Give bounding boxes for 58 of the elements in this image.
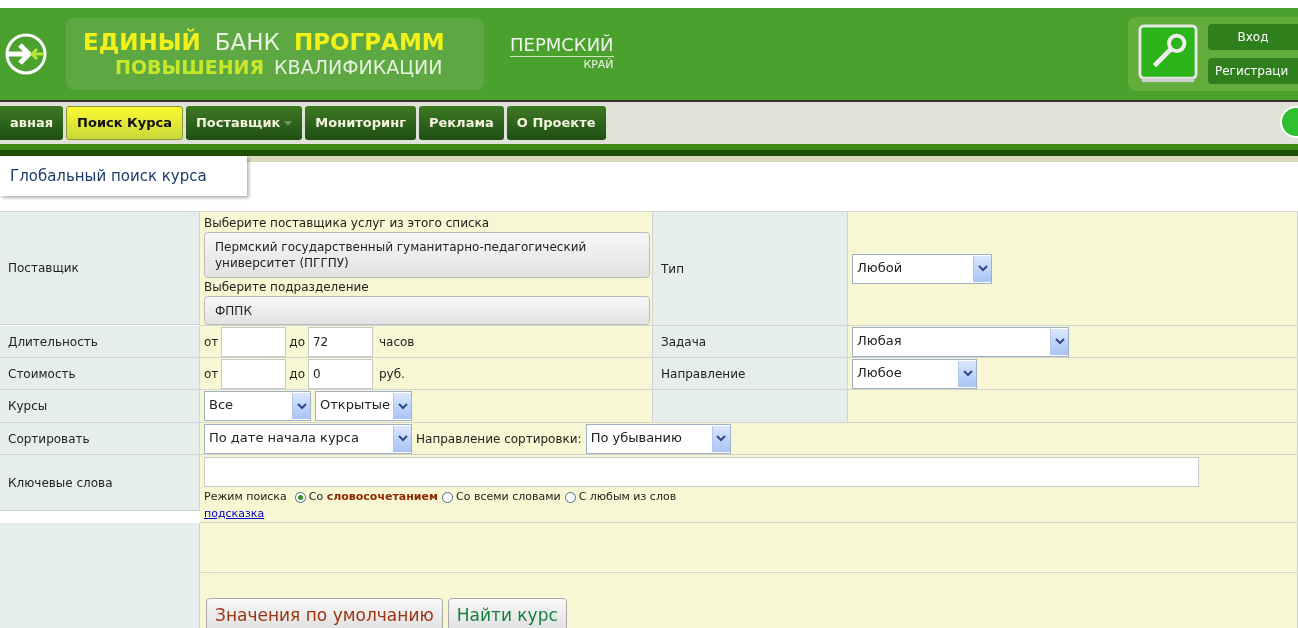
logo-word: КВАЛИФИКАЦИИ — [274, 55, 443, 79]
range-label: от — [204, 365, 219, 383]
field-label: Тип — [653, 212, 848, 326]
dropdown[interactable]: Любое — [852, 358, 977, 389]
login-button[interactable]: Вход — [1208, 24, 1298, 50]
range-label: от — [204, 333, 219, 351]
arrow-logo-icon — [4, 32, 48, 76]
field-hint: Выберите подразделение — [204, 279, 370, 296]
field-label: Направление — [653, 358, 848, 390]
range-label: до — [289, 333, 305, 351]
search-mode-label: Режим поиска — [204, 489, 287, 505]
nav-tab[interactable]: Поиск Курса — [66, 106, 183, 140]
logo-word: ЕДИНЫЙ — [83, 29, 201, 55]
search-mode-radio[interactable]: Со словосочетанием — [294, 489, 438, 506]
unit-label: часов — [379, 333, 415, 351]
register-button[interactable]: Регистраци — [1208, 58, 1298, 84]
nav-tab[interactable]: Реклама — [418, 106, 504, 140]
region-subtitle: КРАЙ — [583, 57, 614, 74]
hint-link[interactable]: подсказка — [204, 505, 265, 522]
input-field[interactable]: 0 — [308, 358, 373, 389]
field-label: Ключевые слова — [0, 455, 200, 511]
nav-tab[interactable]: О Проекте — [506, 106, 606, 140]
field-hint: Выберите поставщика услуг из этого списка — [204, 215, 491, 232]
field-label: Курсы — [0, 390, 200, 423]
input-field[interactable] — [221, 326, 287, 357]
logo-word: БАНК — [214, 29, 280, 55]
search-mode-radio[interactable]: Со всеми словами — [442, 489, 561, 506]
input-field[interactable] — [221, 358, 287, 389]
field-label: Стоимость — [0, 358, 200, 390]
field-label: Сортировать — [0, 423, 200, 455]
region-name: ПЕРМСКИЙ — [510, 34, 614, 58]
page-tab[interactable]: Глобальный поиск курса — [0, 156, 247, 196]
sort-order-label: Направление сортировки: — [416, 430, 582, 448]
nav-tab[interactable]: Поставщик — [185, 106, 303, 140]
reset-button[interactable]: Значения по умолчанию — [206, 597, 443, 628]
field-label: Поставщик — [0, 212, 200, 325]
logo-word: ПОВЫШЕНИЯ — [115, 55, 265, 79]
dropdown[interactable]: По дате начала курса — [204, 423, 412, 454]
logo-word: ПРОГРАММ — [293, 29, 445, 55]
nav-tab[interactable]: Мониторинг — [305, 106, 416, 140]
field-label: Задача — [653, 326, 848, 358]
department-select[interactable]: ФППК — [204, 296, 650, 325]
dropdown[interactable]: Любой — [852, 253, 992, 284]
field-label: Длительность — [0, 326, 200, 358]
input-field[interactable]: 72 — [308, 326, 373, 357]
range-label: до — [289, 365, 305, 383]
dropdown[interactable]: Любая — [852, 326, 1069, 357]
dropdown[interactable]: Открытые — [315, 391, 412, 421]
keywords-field[interactable] — [204, 457, 1199, 487]
dropdown[interactable]: Все — [204, 391, 311, 421]
submit-button[interactable]: Найти курс — [447, 597, 567, 628]
key-icon — [1138, 23, 1198, 85]
nav-tab[interactable]: авная — [0, 106, 64, 140]
provider-select[interactable]: Пермский государственный гуманитарно-педагогический университет (ПГГПУ) — [204, 232, 650, 278]
caret-icon — [284, 120, 293, 126]
dropdown[interactable]: По убыванию — [585, 423, 731, 454]
search-mode-radio[interactable]: С любым из слов — [564, 489, 677, 506]
unit-label: руб. — [379, 365, 405, 383]
